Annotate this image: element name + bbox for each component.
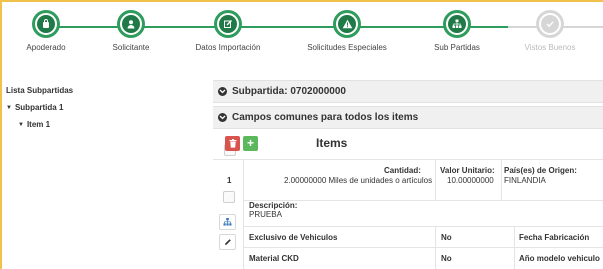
valor-unitario-value: 10.00000000 (447, 176, 494, 185)
wizard-stepper: Apoderado Solicitante Datos Importación … (0, 0, 603, 66)
step-label: Datos Importación (195, 43, 261, 52)
row-divider (244, 247, 603, 248)
common-fields-header[interactable]: Campos comunes para todos los items (213, 106, 603, 129)
exclusivo-vehiculos-value: No (441, 233, 452, 242)
trash-icon (229, 139, 236, 148)
descripcion-value: PRUEBA (249, 210, 282, 219)
subpartidas-tree: Lista Subpartidas ▼ Subpartida 1 ▼ Item … (6, 86, 196, 137)
step-datos-importacion[interactable]: Datos Importación (180, 10, 276, 52)
step-label: Solicitudes Especiales (307, 43, 387, 52)
valor-unitario-label: Valor Unitario: (440, 166, 495, 175)
tree-node-label: Item 1 (26, 120, 51, 129)
check-icon (546, 21, 554, 28)
fecha-fabricacion-label: Fecha Fabricación (519, 233, 590, 242)
caret-down-icon: ▼ (18, 121, 24, 128)
step-solicitante[interactable]: Solicitante (83, 10, 179, 52)
edit-icon (224, 20, 232, 28)
step-solicitudes-especiales[interactable]: Solicitudes Especiales (299, 10, 395, 52)
tree-node-item-1[interactable]: ▼ Item 1 (6, 120, 196, 129)
items-toolbar (213, 131, 603, 160)
descripcion-label: Descripción: (249, 201, 298, 210)
anio-modelo-label: Año modelo vehiculo (519, 254, 600, 263)
step-sub-partidas[interactable]: Sub Partidas (409, 10, 505, 52)
step-label: Vistos Buenos (524, 43, 576, 52)
caret-down-icon: ▼ (6, 104, 12, 111)
chevron-down-icon (218, 87, 227, 96)
pencil-icon (224, 239, 231, 245)
step-label: Apoderado (26, 43, 66, 52)
col-divider (501, 160, 502, 200)
items-title: Items (316, 136, 348, 150)
step-label: Sub Partidas (434, 43, 480, 52)
common-fields-title: Campos comunes para todos los items (232, 112, 419, 123)
tree-node-label: Subpartida 1 (14, 103, 64, 112)
col-divider (435, 160, 436, 200)
sitemap-icon (452, 19, 462, 28)
step-vistos-buenos[interactable]: Vistos Buenos (502, 10, 598, 52)
row-divider (244, 200, 603, 201)
tree-title: Lista Subpartidas (6, 86, 74, 95)
material-ckd-label: Material CKD (249, 254, 299, 263)
edit-item-button[interactable] (219, 234, 236, 250)
sitemap-icon (223, 218, 232, 226)
bag-icon (43, 19, 49, 28)
subpartida-header[interactable]: Subpartida: 0702000000 (213, 80, 603, 103)
add-item-button[interactable]: + (243, 136, 258, 151)
material-ckd-value: No (441, 254, 452, 263)
delete-button[interactable] (225, 136, 240, 151)
pais-origen-label: País(es) de Origen: (504, 166, 577, 175)
warning-icon (342, 19, 352, 29)
tree-node-subpartida-1[interactable]: ▼ Subpartida 1 (6, 103, 196, 112)
subpartida-title: Subpartida: 0702000000 (232, 86, 346, 97)
pais-origen-value: FINLANDIA (504, 176, 546, 185)
cantidad-label: Cantidad: (384, 166, 421, 175)
chevron-down-icon (218, 113, 227, 122)
exclusivo-vehiculos-label: Exclusivo de Vehiculos (249, 233, 338, 242)
cantidad-value: 2.00000000 Miles de unidades o artículos (284, 176, 433, 185)
row-number: 1 (227, 176, 232, 185)
step-apoderado[interactable]: Apoderado (0, 10, 94, 52)
subitems-button[interactable] (219, 214, 236, 230)
person-icon (127, 20, 135, 29)
row-checkbox[interactable] (223, 191, 235, 203)
step-label: Solicitante (112, 43, 150, 52)
row-divider (244, 226, 603, 227)
